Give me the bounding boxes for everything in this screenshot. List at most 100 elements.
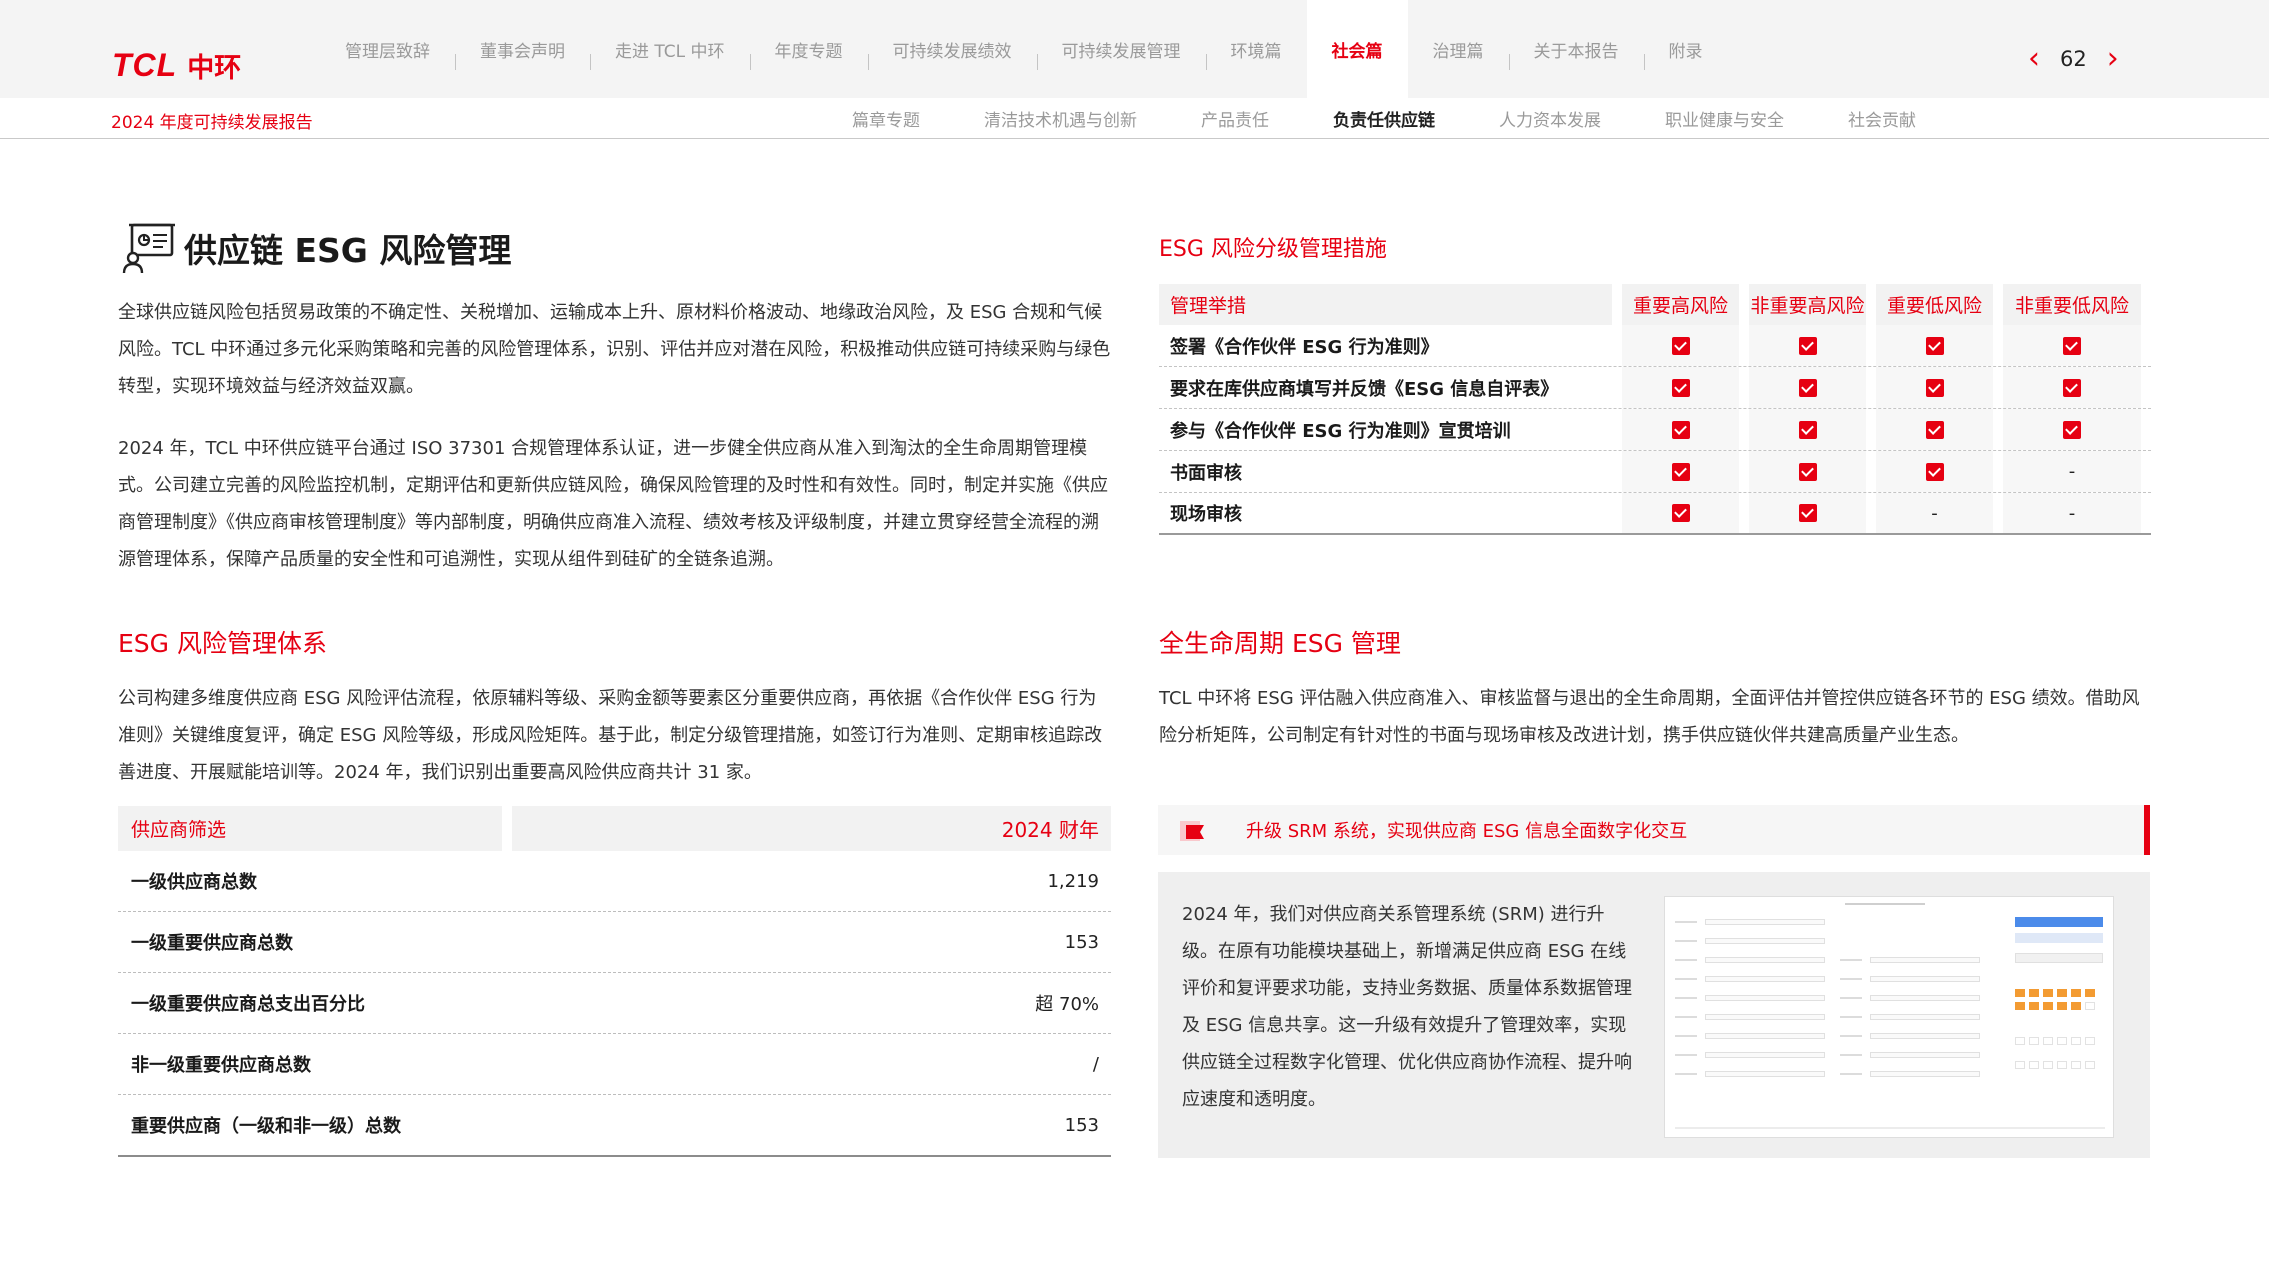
nav-tab-7[interactable]: 社会篇: [1306, 0, 1408, 98]
measure-label: 现场审核: [1170, 504, 1242, 525]
measure-cell: [1749, 367, 1866, 408]
page-number: 62: [2060, 47, 2087, 71]
screenshot-form-field: [1870, 957, 1980, 963]
screenshot-form-field: [1705, 1052, 1825, 1058]
measure-cell: [2003, 409, 2141, 450]
risk-measures-table: 管理举措 重要高风险 非重要高风险 重要低风险 非重要低风险 签署《合作伙伴 ESG 行…: [1159, 284, 2151, 535]
nav-tab-6[interactable]: 环境篇: [1205, 0, 1307, 98]
subnav-tab-3[interactable]: 负责任供应链: [1301, 106, 1467, 131]
tcl-zhonghuan-logo[interactable]: TCL 中环: [112, 46, 241, 85]
screenshot-grid-cell: [2043, 1002, 2053, 1010]
measure-cell: [1876, 409, 1993, 450]
screenshot-grid-cell: [2043, 1061, 2053, 1069]
supplier-metric-label: 一级重要供应商总支出百分比: [131, 994, 365, 1015]
measure-cell: [1622, 493, 1739, 533]
measures-title: ESG 风险分级管理措施: [1159, 237, 1387, 262]
screenshot-grid-cell: [2057, 1002, 2067, 1010]
subnav-tab-1[interactable]: 清洁技术机遇与创新: [952, 106, 1169, 131]
screenshot-grid-cell: [2057, 1061, 2067, 1069]
supplier-screening-table: 供应商筛选 2024 财年 一级供应商总数 1,219 一级重要供应商总数 153 一级…: [118, 806, 1111, 1157]
supplier-table-header: 供应商筛选 2024 财年: [118, 806, 1111, 851]
intro-paragraph-2: 2024 年，TCL 中环供应链平台通过 ISO 37301 合规管理体系认证，…: [118, 438, 1108, 570]
screenshot-grid-cell: [2015, 1037, 2025, 1045]
lifecycle-paragraph: TCL 中环将 ESG 评估融入供应商准入、审核监督与退出的全生命周期，全面评估…: [1159, 688, 2140, 746]
measure-cell: [1622, 367, 1739, 408]
screenshot-form-field: [1870, 1014, 1980, 1020]
sub-navigation-bar: 2024 年度可持续发展报告 篇章专题 清洁技术机遇与创新 产品责任 负责任供应链 人力…: [0, 98, 2269, 139]
srm-panel: 2024 年，我们对供应商关系管理系统 (SRM) 进行升级。在原有功能模块基础…: [1158, 872, 2150, 1158]
nav-tab-0[interactable]: 管理层致辞: [320, 0, 455, 98]
flag-icon: [1180, 821, 1204, 841]
screenshot-form-field: [1705, 957, 1825, 963]
checkbox-checked-icon: [1798, 420, 1817, 439]
screenshot-grid-cell: [2085, 1002, 2095, 1010]
screenshot-grid-cell: [2057, 989, 2067, 997]
subnav-tab-6[interactable]: 社会贡献: [1816, 106, 1948, 131]
subnav-tab-4[interactable]: 人力资本发展: [1467, 106, 1633, 131]
screenshot-form-label: [1675, 921, 1697, 923]
subnav-tab-2[interactable]: 产品责任: [1169, 106, 1301, 131]
screenshot-grid-cell: [2029, 989, 2039, 997]
table-row: 重要供应商（一级和非一级）总数 153: [118, 1095, 1111, 1157]
nav-tab-2[interactable]: 走进 TCL 中环: [590, 0, 750, 98]
nav-tab-5[interactable]: 可持续发展管理: [1036, 0, 1206, 98]
screenshot-form-field: [1870, 1033, 1980, 1039]
screenshot-grid-cell: [2015, 1061, 2025, 1069]
measure-label: 要求在库供应商填写并反馈《ESG 信息自评表》: [1170, 378, 1559, 400]
risk-table-body: 签署《合作伙伴 ESG 行为准则》 要求在库供应商填写并反馈《ESG 信息自评表》…: [1159, 325, 2151, 535]
screenshot-form-field: [1705, 1033, 1825, 1039]
nav-tab-10[interactable]: 附录: [1643, 0, 1728, 98]
subnav-tab-0[interactable]: 篇章专题: [820, 106, 952, 131]
supplier-header-right: 2024 财年: [512, 806, 1111, 851]
screenshot-form-field: [1870, 1071, 1980, 1077]
screenshot-form-field: [1705, 976, 1825, 982]
nav-tab-3[interactable]: 年度专题: [749, 0, 868, 98]
screenshot-form-field: [1870, 995, 1980, 1001]
nav-tab-8[interactable]: 治理篇: [1408, 0, 1509, 98]
risk-level-header: 非重要低风险: [2003, 284, 2141, 325]
screenshot-form-label: [1840, 978, 1862, 980]
screenshot-form-field: [1705, 919, 1825, 925]
screenshot-blue-button: [2015, 917, 2103, 927]
measure-cell: [1749, 409, 1866, 450]
subnav-tab-5[interactable]: 职业健康与安全: [1633, 106, 1816, 131]
risk-level-header: 重要高风险: [1622, 284, 1739, 325]
measure-label: 书面审核: [1170, 462, 1242, 484]
screenshot-form-label: [1675, 978, 1697, 980]
measure-cell: [2003, 325, 2141, 366]
checkbox-checked-icon: [1925, 378, 1944, 397]
srm-banner: 升级 SRM 系统，实现供应商 ESG 信息全面数字化交互: [1158, 805, 2150, 855]
screenshot-grid-cell: [2043, 1037, 2053, 1045]
screenshot-form-label: [1675, 959, 1697, 961]
screenshot-grey-button: [2015, 953, 2103, 963]
not-applicable-mark: -: [2068, 502, 2076, 524]
screenshot-grid-cell: [2085, 1061, 2095, 1069]
table-row: 要求在库供应商填写并反馈《ESG 信息自评表》: [1159, 367, 2151, 409]
measure-cell: -: [2003, 493, 2141, 533]
screenshot-form-label: [1840, 997, 1862, 999]
screenshot-grid-cell: [2015, 989, 2025, 997]
prev-page-icon[interactable]: ‹: [2028, 44, 2040, 74]
screenshot-form-label: [1675, 1073, 1697, 1075]
banner-accent-bar: [2144, 805, 2150, 855]
measure-label: 参与《合作伙伴 ESG 行为准则》宣贯培训: [1170, 420, 1511, 442]
risk-system-paragraph: 公司构建多维度供应商 ESG 风险评估流程，依原辅料等级、采购金额等要素区分重要…: [118, 688, 1103, 783]
risk-level-header: 非重要高风险: [1749, 284, 1866, 325]
supplier-metric-value: 153: [1064, 1114, 1099, 1136]
checkbox-checked-icon: [1798, 378, 1817, 397]
nav-tab-4[interactable]: 可持续发展绩效: [867, 0, 1037, 98]
screenshot-grid-cell: [2071, 1037, 2081, 1045]
nav-tab-1[interactable]: 董事会声明: [455, 0, 590, 98]
screenshot-form-label: [1840, 1073, 1862, 1075]
measure-cell: [2003, 367, 2141, 408]
screenshot-form-label: [1840, 1054, 1862, 1056]
screenshot-form-label: [1675, 1035, 1697, 1037]
supplier-metric-value: /: [1092, 1053, 1099, 1075]
sub-nav: 篇章专题 清洁技术机遇与创新 产品责任 负责任供应链 人力资本发展 职业健康与安全 社会贡献: [820, 98, 1948, 138]
nav-tab-9[interactable]: 关于本报告: [1508, 0, 1644, 98]
screenshot-form-field: [1870, 1052, 1980, 1058]
measure-column-header: 管理举措: [1159, 284, 1612, 325]
next-page-icon[interactable]: ›: [2107, 44, 2119, 74]
checkbox-checked-icon: [1925, 420, 1944, 439]
screenshot-grid-cell: [2085, 989, 2095, 997]
